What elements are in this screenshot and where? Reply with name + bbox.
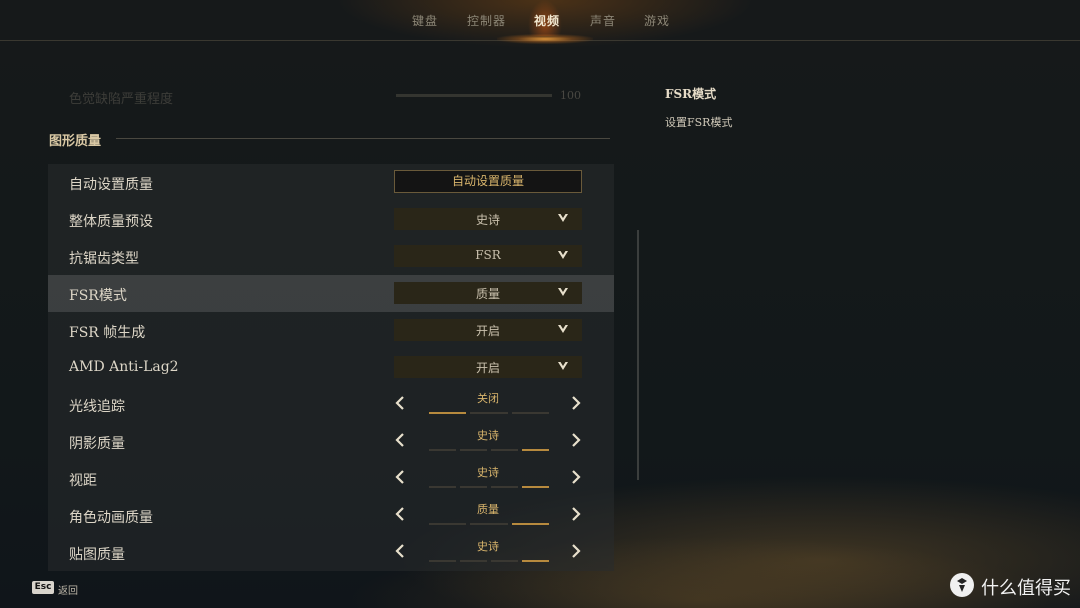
- faded-slider-value: 100: [560, 89, 581, 102]
- setting-label: 贴图质量: [69, 547, 125, 563]
- chevron-right-icon[interactable]: [569, 468, 583, 486]
- level-segment: [491, 449, 518, 451]
- setting-label: 抗锯齿类型: [69, 251, 139, 267]
- level-segment: [429, 412, 467, 414]
- anti-aliasing-dropdown[interactable]: FSR: [394, 245, 582, 267]
- level-segment: [511, 412, 549, 414]
- esc-key-icon[interactable]: Esc: [32, 581, 54, 594]
- section-title: 图形质量: [49, 134, 102, 149]
- anti-lag-dropdown[interactable]: 开启: [394, 356, 582, 378]
- chevron-down-icon: [558, 362, 568, 370]
- setting-label: FSR 帧生成: [69, 325, 146, 341]
- chevron-down-icon: [558, 325, 568, 333]
- overall-preset-dropdown[interactable]: 史诗: [394, 208, 582, 230]
- setting-row-fsr-mode: FSR模式 质量: [48, 275, 614, 312]
- chevron-left-icon[interactable]: [393, 468, 407, 486]
- level-segment: [460, 449, 487, 451]
- tab-controller[interactable]: 控制器: [467, 12, 506, 29]
- section-divider: [116, 138, 610, 139]
- level-segment: [470, 412, 508, 414]
- faded-slider-track: [396, 94, 552, 97]
- setting-label: 自动设置质量: [69, 177, 153, 193]
- chevron-right-icon[interactable]: [569, 542, 583, 560]
- dropdown-value: 开启: [475, 324, 500, 338]
- stepper-value: 史诗: [477, 540, 499, 553]
- auto-quality-button[interactable]: 自动设置质量: [394, 170, 582, 193]
- tab-keyboard[interactable]: 键盘: [412, 12, 438, 29]
- setting-label: 光线追踪: [69, 399, 125, 415]
- dropdown-value: 史诗: [475, 213, 500, 227]
- top-nav: 键盘 控制器 视频 声音 游戏: [0, 0, 1080, 44]
- tab-game[interactable]: 游戏: [644, 12, 670, 29]
- chevron-right-icon[interactable]: [569, 394, 583, 412]
- chevron-down-icon: [558, 251, 568, 259]
- setting-row-fsr-frame-gen: FSR 帧生成 开启: [48, 312, 614, 349]
- watermark-logo-icon: [950, 573, 974, 597]
- stepper-value: 关闭: [477, 392, 499, 405]
- dropdown-value: 开启: [475, 361, 500, 375]
- setting-row-anti-lag: AMD Anti-Lag2 开启: [48, 349, 614, 386]
- level-segment: [522, 560, 549, 562]
- level-segment: [460, 486, 487, 488]
- setting-label: 角色动画质量: [69, 510, 153, 526]
- tab-video[interactable]: 视频: [534, 12, 560, 29]
- stepper-value: 史诗: [477, 466, 499, 479]
- chevron-left-icon[interactable]: [393, 505, 407, 523]
- info-description: 设置FSR模式: [665, 116, 733, 129]
- level-segment: [429, 486, 456, 488]
- chevron-right-icon[interactable]: [569, 505, 583, 523]
- setting-row-auto-quality: 自动设置质量 自动设置质量: [48, 164, 614, 201]
- setting-row-anti-aliasing: 抗锯齿类型 FSR: [48, 238, 614, 275]
- stepper-value: 史诗: [477, 429, 499, 442]
- chevron-left-icon[interactable]: [393, 394, 407, 412]
- level-segment: [460, 560, 487, 562]
- chevron-left-icon[interactable]: [393, 542, 407, 560]
- setting-row-texture-quality: 贴图质量 史诗: [48, 534, 614, 571]
- level-segment: [522, 449, 549, 451]
- setting-label: AMD Anti-Lag2: [69, 359, 179, 375]
- level-segment: [491, 486, 518, 488]
- back-label[interactable]: 返回: [58, 582, 78, 597]
- setting-row-overall-preset: 整体质量预设 史诗: [48, 201, 614, 238]
- setting-label: 视距: [69, 473, 97, 489]
- dropdown-value: FSR: [475, 248, 501, 262]
- faded-setting-label: 色觉缺陷严重程度: [69, 92, 174, 107]
- fsr-mode-dropdown[interactable]: 质量: [394, 282, 582, 304]
- setting-label: FSR模式: [69, 288, 127, 304]
- setting-row-character-animation: 角色动画质量 质量: [48, 497, 614, 534]
- setting-label: 阴影质量: [69, 436, 125, 452]
- active-tab-indicator: [497, 34, 593, 44]
- chevron-down-icon: [558, 214, 568, 222]
- level-segment: [429, 449, 456, 451]
- chevron-down-icon: [558, 288, 568, 296]
- info-title: FSR模式: [665, 87, 717, 101]
- chevron-right-icon[interactable]: [569, 431, 583, 449]
- level-segment: [429, 523, 467, 525]
- tab-audio[interactable]: 声音: [590, 12, 616, 29]
- level-segment: [470, 523, 508, 525]
- level-segment: [511, 523, 549, 525]
- dropdown-value: 质量: [475, 287, 500, 301]
- setting-row-shadow-quality: 阴影质量 史诗: [48, 423, 614, 460]
- level-segment: [429, 560, 456, 562]
- watermark-text: 什么值得买: [981, 578, 1071, 599]
- settings-scrollbar[interactable]: [637, 230, 639, 480]
- setting-row-ray-tracing: 光线追踪 关闭: [48, 386, 614, 423]
- stepper-value: 质量: [477, 503, 499, 516]
- level-segment: [491, 560, 518, 562]
- level-segment: [522, 486, 549, 488]
- fsr-frame-gen-dropdown[interactable]: 开启: [394, 319, 582, 341]
- setting-label: 整体质量预设: [69, 214, 153, 230]
- setting-row-view-distance: 视距 史诗: [48, 460, 614, 497]
- chevron-left-icon[interactable]: [393, 431, 407, 449]
